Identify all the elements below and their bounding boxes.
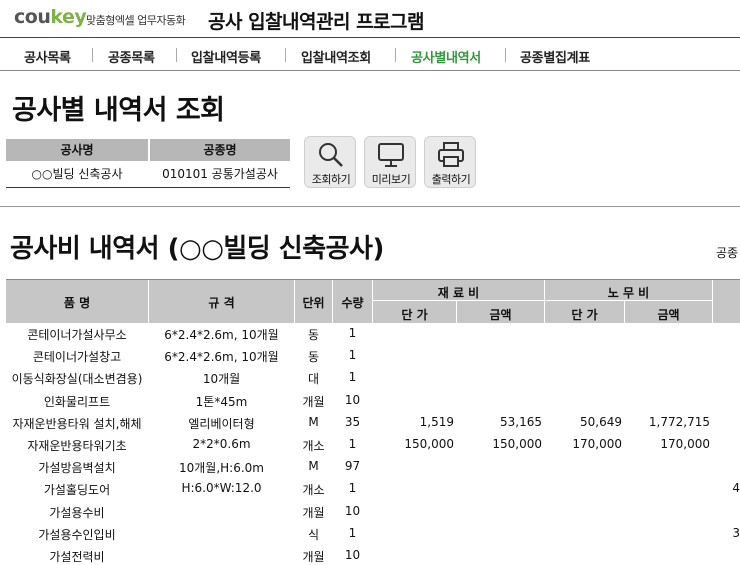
col-header-name: 품 명 bbox=[63, 296, 91, 310]
tagline: 맞춤형엑셀 업무자동화 bbox=[86, 14, 186, 27]
cell-unit: 개월 bbox=[302, 550, 325, 564]
cell-unit: 개소 bbox=[302, 483, 325, 498]
nav-separator bbox=[395, 48, 396, 62]
cell-name: 가설용수비 bbox=[49, 505, 105, 520]
search-button[interactable]: 조회하기 bbox=[304, 136, 356, 188]
cell-material-amount: 150,000 bbox=[492, 437, 542, 451]
cell-unit: 개소 bbox=[302, 439, 325, 453]
col-header-labor: 노 무 비 bbox=[607, 286, 650, 300]
cell-spec: 6*2.4*2.6m, 10개월 bbox=[164, 350, 279, 365]
col-header-material: 재 료 비 bbox=[437, 286, 480, 300]
cell-spec: 1톤*45m bbox=[195, 394, 248, 409]
app-title: 공사 입찰내역관리 프로그램 bbox=[208, 11, 425, 33]
cell-unit: 동 bbox=[307, 350, 320, 365]
page-title: 공사별 내역서 조회 bbox=[12, 95, 225, 126]
cell-unit: M bbox=[308, 414, 319, 429]
monitor-icon bbox=[378, 143, 404, 167]
cell-name: 인화물리프트 bbox=[43, 394, 111, 409]
cell-unit: M bbox=[308, 459, 319, 474]
cell-spec: 엘리베이터형 bbox=[188, 416, 255, 431]
logo-text-part2: key bbox=[50, 6, 87, 28]
cell-spec: H:6.0*W:12.0 bbox=[181, 481, 262, 496]
nav-separator bbox=[92, 48, 93, 62]
preview-button-label: 미리보기 bbox=[371, 173, 411, 186]
cell-material-unit-price: 1,519 bbox=[419, 414, 454, 429]
statement-table-header: 품 명 규 격 단위 수량 재 료 비 노 무 비 단 가 금액 단 가 금액 bbox=[6, 279, 740, 323]
magnifier-icon bbox=[319, 143, 343, 167]
cell-spec: 10개월 bbox=[202, 372, 241, 387]
col-header-qty: 수량 bbox=[341, 296, 364, 310]
col-header-spec: 규 격 bbox=[208, 296, 235, 310]
cell-qty: 10 bbox=[344, 503, 361, 518]
printer-icon bbox=[438, 142, 464, 167]
cell-name: 자재운반용타워기초 bbox=[27, 439, 127, 453]
cell-qty: 1 bbox=[348, 481, 357, 496]
cell-material-unit-price: 150,000 bbox=[404, 437, 454, 451]
filter-header-work-type: 공종명 bbox=[150, 139, 290, 161]
filter-project-value[interactable]: ○○빌딩 신축공사 bbox=[6, 163, 148, 185]
filter-work-type-value[interactable]: 010101 공통가설공사 bbox=[150, 163, 290, 185]
cell-qty: 10 bbox=[344, 392, 361, 407]
coukey-logo: coukey bbox=[14, 6, 87, 28]
filter-header-project: 공사명 bbox=[6, 139, 148, 161]
nav-separator bbox=[285, 48, 286, 62]
search-button-label: 조회하기 bbox=[311, 173, 351, 186]
cell-unit: 개월 bbox=[302, 394, 325, 409]
cell-qty: 1 bbox=[348, 348, 357, 363]
print-button-label: 출력하기 bbox=[431, 173, 471, 186]
cell-unit: 대 bbox=[307, 372, 320, 387]
nav-item-work-type-summary[interactable]: 공종별집계표 bbox=[520, 47, 590, 66]
cell-labor-unit-price: 50,649 bbox=[580, 414, 622, 429]
nav-separator bbox=[176, 48, 177, 62]
nav-item-bid-lookup[interactable]: 입찰내역조회 bbox=[301, 47, 371, 66]
cell-unit: 식 bbox=[307, 527, 320, 542]
cell-name: 가설용수인입비 bbox=[38, 527, 116, 542]
cell-material-amount: 53,165 bbox=[500, 414, 542, 429]
cell-name: 가설홀딩도어 bbox=[43, 483, 111, 498]
work-type-label: 공종 bbox=[716, 246, 739, 260]
cell-spec: 2*2*0.6m bbox=[192, 437, 251, 451]
nav-item-work-type-list[interactable]: 공종목록 bbox=[108, 47, 155, 66]
nav-item-project-statement[interactable]: 공사별내역서 bbox=[411, 47, 481, 66]
cell-qty: 1 bbox=[348, 437, 357, 451]
preview-button[interactable]: 미리보기 bbox=[364, 136, 416, 188]
print-button[interactable]: 출력하기 bbox=[424, 136, 476, 188]
logo-text-part1: cou bbox=[14, 6, 51, 28]
header-divider-v bbox=[712, 280, 713, 323]
col-header-labor-unit-price: 단 가 bbox=[571, 308, 598, 322]
cell-spec: 6*2.4*2.6m, 10개월 bbox=[164, 328, 279, 342]
col-header-labor-amount: 금액 bbox=[657, 308, 680, 322]
col-header-material-unit-price: 단 가 bbox=[401, 308, 428, 322]
nav-item-project-list[interactable]: 공사목록 bbox=[24, 47, 71, 66]
col-header-material-amount: 금액 bbox=[489, 308, 512, 322]
cell-unit: 개월 bbox=[302, 505, 325, 520]
cell-qty: 10 bbox=[344, 548, 361, 562]
cell-qty: 35 bbox=[344, 414, 361, 429]
cell-unit: 동 bbox=[307, 328, 320, 342]
cell-extra: 4 bbox=[732, 481, 740, 496]
cell-name: 가설방음벽설치 bbox=[38, 461, 116, 476]
cell-name: 콘테이너가설사무소 bbox=[27, 328, 127, 342]
statement-title: 공사비 내역서 (○○빌딩 신축공사) bbox=[10, 234, 384, 264]
cell-qty: 1 bbox=[348, 370, 357, 385]
cell-qty: 1 bbox=[348, 326, 357, 340]
cell-labor-amount: 170,000 bbox=[660, 437, 710, 451]
filter-divider bbox=[6, 187, 290, 188]
cell-spec: 10개월,H:6.0m bbox=[178, 461, 264, 476]
cell-extra: 3 bbox=[732, 525, 740, 540]
cell-name: 가설전력비 bbox=[49, 550, 105, 564]
col-header-unit: 단위 bbox=[302, 296, 325, 310]
cell-name: 이동식화장실(대소변겸용) bbox=[11, 372, 143, 387]
cell-qty: 97 bbox=[344, 459, 361, 474]
nav-item-bid-register[interactable]: 입찰내역등록 bbox=[191, 47, 261, 66]
section-divider bbox=[0, 206, 740, 207]
cell-name: 자재운반용타워 설치,해체 bbox=[12, 416, 142, 431]
cell-labor-amount: 1,772,715 bbox=[648, 414, 710, 429]
cell-qty: 1 bbox=[348, 525, 357, 540]
cell-labor-unit-price: 170,000 bbox=[572, 437, 622, 451]
nav-separator bbox=[505, 48, 506, 62]
cell-name: 콘테이너가설창고 bbox=[32, 350, 122, 365]
top-nav: 공사목록 공종목록 입찰내역등록 입찰내역조회 공사별내역서 공종별집계표 bbox=[0, 38, 740, 71]
